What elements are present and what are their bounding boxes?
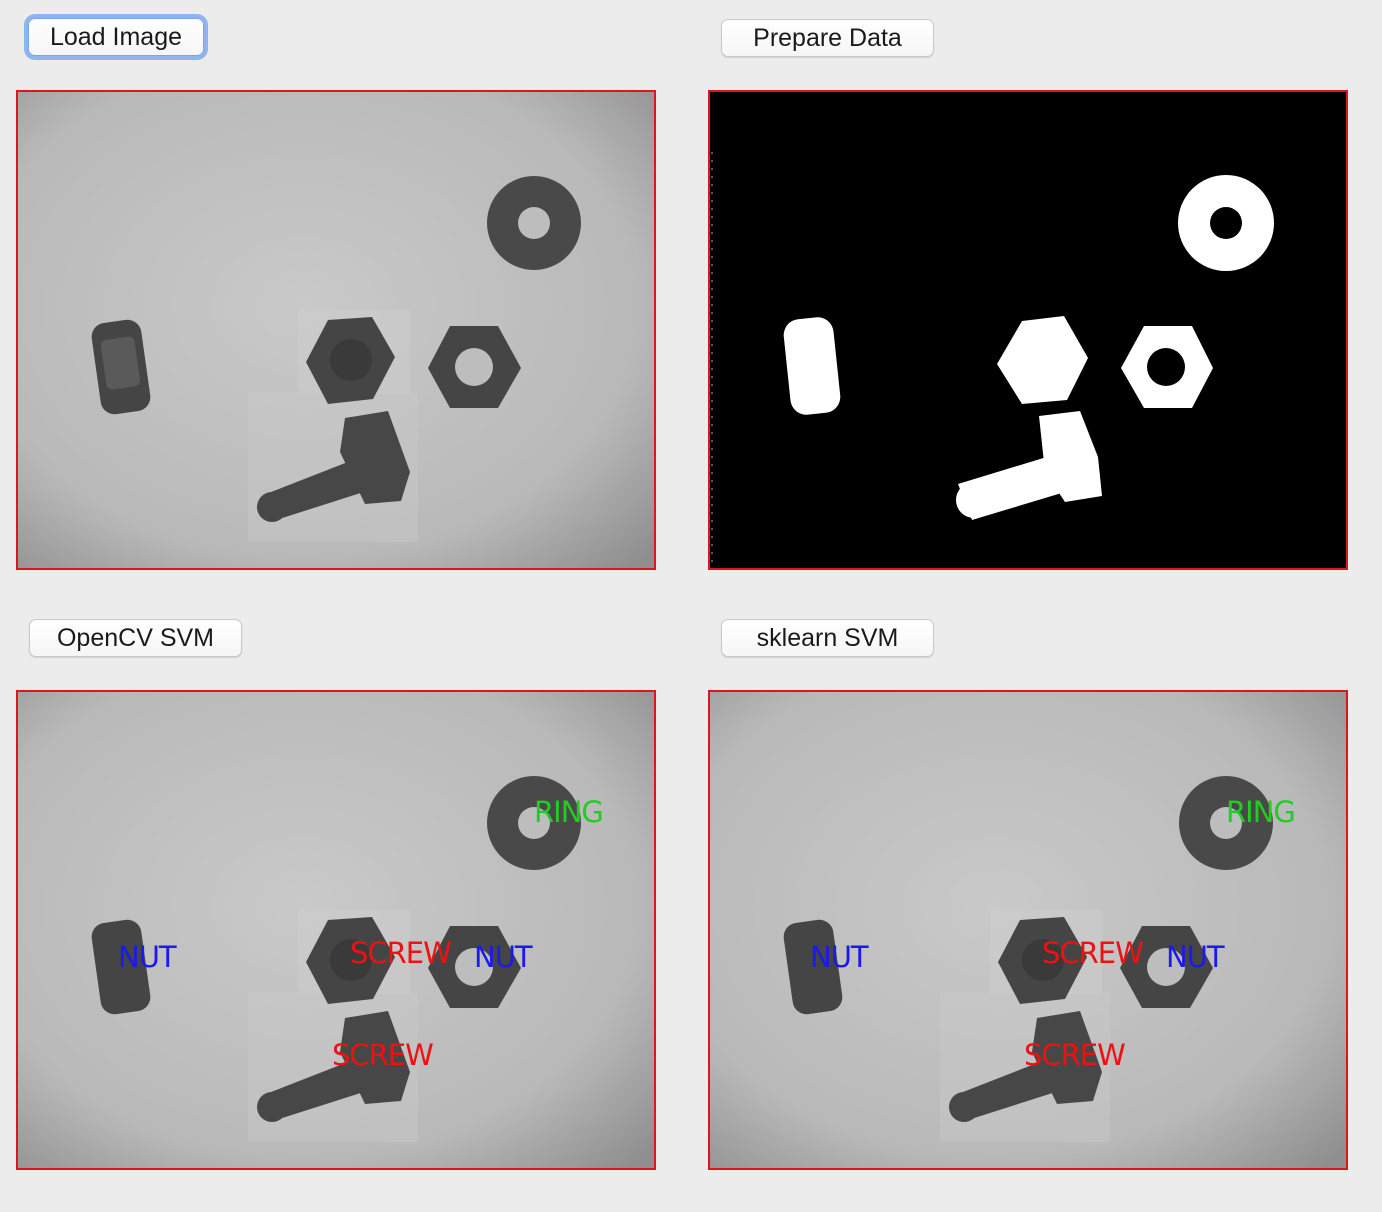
- screw-label: SCREW: [332, 1038, 433, 1072]
- opencv-result-panel: RING NUT SCREW NUT SCREW: [16, 690, 656, 1170]
- ring-label: RING: [534, 795, 603, 829]
- screw-label: SCREW: [1042, 936, 1143, 970]
- prepare-data-button[interactable]: Prepare Data: [721, 19, 934, 57]
- sklearn-result-image: RING NUT SCREW NUT SCREW: [710, 692, 1346, 1168]
- sklearn-svm-button[interactable]: sklearn SVM: [721, 619, 934, 657]
- binary-image: [710, 92, 1346, 568]
- opencv-svm-button[interactable]: OpenCV SVM: [29, 619, 242, 657]
- load-image-button[interactable]: Load Image: [28, 18, 204, 56]
- screw-label: SCREW: [1024, 1038, 1125, 1072]
- ring-label: RING: [1226, 795, 1295, 829]
- original-image-panel: [16, 90, 656, 570]
- nut-label: NUT: [474, 940, 533, 974]
- sklearn-result-panel: RING NUT SCREW NUT SCREW: [708, 690, 1348, 1170]
- screw-label: SCREW: [350, 936, 451, 970]
- original-image: [18, 92, 654, 568]
- nut-label: NUT: [118, 940, 177, 974]
- nut-label: NUT: [1166, 940, 1225, 974]
- nut-label: NUT: [810, 940, 869, 974]
- opencv-result-image: RING NUT SCREW NUT SCREW: [18, 692, 654, 1168]
- prepared-data-panel: [708, 90, 1348, 570]
- ring-object: [487, 176, 581, 270]
